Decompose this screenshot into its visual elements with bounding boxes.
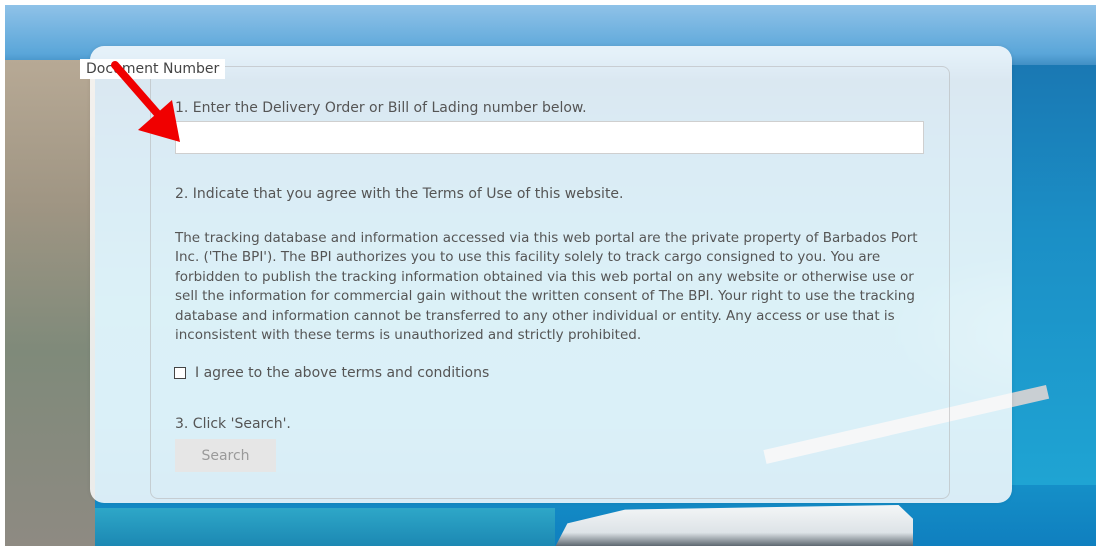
step2-label: 2. Indicate that you agree with the Term… <box>175 186 624 202</box>
background-sea-right <box>1011 65 1096 485</box>
background-cruise-ship <box>553 505 913 546</box>
agree-terms-checkbox[interactable]: I agree to the above terms and condition… <box>174 365 489 381</box>
step3-label: 3. Click 'Search'. <box>175 416 291 432</box>
terms-of-use-text: The tracking database and information ac… <box>175 230 918 344</box>
step1-label: 1. Enter the Delivery Order or Bill of L… <box>175 100 587 116</box>
checkbox-icon[interactable] <box>174 367 186 379</box>
document-number-input[interactable] <box>175 121 924 154</box>
background-water <box>95 508 555 546</box>
search-button[interactable]: Search <box>175 439 276 472</box>
agree-terms-label: I agree to the above terms and condition… <box>195 365 490 381</box>
red-arrow-icon <box>111 61 180 142</box>
background-land <box>5 60 95 546</box>
